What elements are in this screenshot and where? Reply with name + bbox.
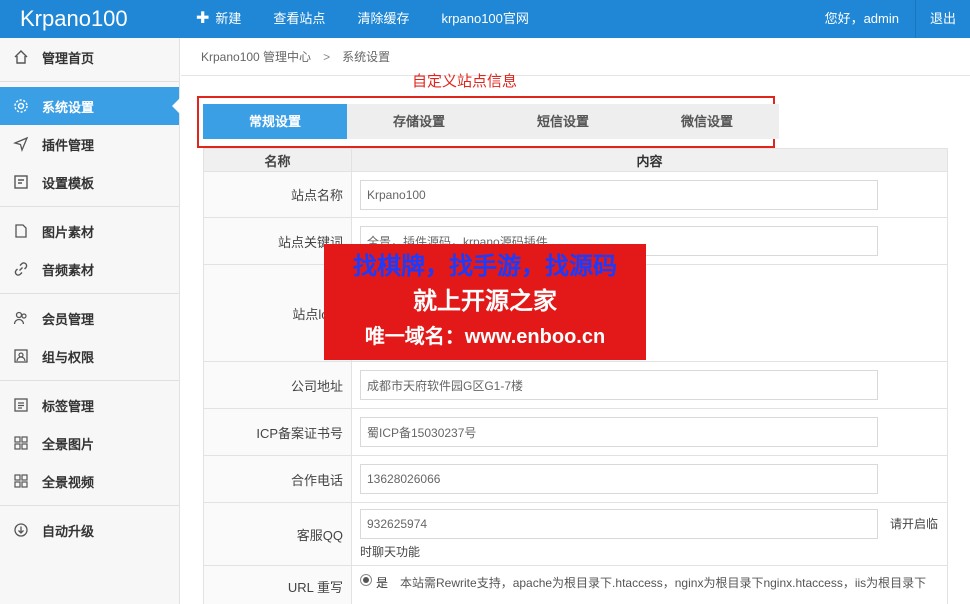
sidebar-item-label: 图片素材 — [42, 224, 95, 240]
sidebar-item-label: 系统设置 — [42, 99, 95, 115]
qq-input[interactable] — [360, 508, 878, 539]
sidebar-item-label: 设置模板 — [42, 175, 95, 191]
sidebar-item-image-assets[interactable]: 图片素材 — [0, 212, 179, 250]
sidebar-item-auto-upgrade[interactable]: 自动升级 — [0, 511, 179, 549]
tab-general-settings[interactable]: 常规设置 — [203, 104, 347, 139]
breadcrumb-current: 系统设置 — [342, 50, 391, 64]
tab-wechat-settings[interactable]: 微信设置 — [635, 104, 779, 139]
gear-icon — [12, 97, 30, 115]
sidebar-item-label: 全景图片 — [42, 436, 95, 452]
breadcrumb: Krpano100 管理中心 > 系统设置 — [181, 38, 970, 76]
sidebar-item-label: 插件管理 — [42, 137, 95, 153]
phone-input[interactable] — [360, 464, 878, 494]
breadcrumb-root[interactable]: Krpano100 管理中心 — [201, 50, 311, 64]
icp-input[interactable] — [360, 417, 878, 447]
watermark-banner: 找棋牌，找手游，找源码 就上开源之家 唯一域名：www.enboo.cn — [324, 244, 646, 360]
sidebar-item-label: 会员管理 — [42, 311, 95, 327]
sidebar-divider — [0, 81, 179, 82]
watermark-line-1: 找棋牌，找手游，找源码 — [353, 253, 617, 280]
link-icon — [12, 260, 30, 278]
sidebar-item-label: 自动升级 — [42, 523, 95, 539]
sidebar-item-label: 组与权限 — [42, 349, 95, 365]
url-rewrite-note: 本站需Rewrite支持，apache为根目录下.htaccess，nginx为… — [400, 576, 927, 590]
table-row: ICP备案证书号 — [203, 409, 948, 456]
sidebar-item-label: 全景视频 — [42, 474, 95, 490]
view-site-link[interactable]: 查看站点 — [257, 0, 341, 38]
annotation-text: 自定义站点信息 — [412, 73, 518, 90]
sidebar-divider — [0, 505, 179, 506]
top-bar: Krpano100 ✚ 新建 查看站点 清除缓存 krpano100官网 您好，… — [0, 0, 970, 38]
user-greeting[interactable]: 您好，admin — [809, 0, 916, 38]
sidebar-item-tags[interactable]: 标签管理 — [0, 386, 179, 424]
address-input[interactable] — [360, 370, 878, 400]
site-name-input[interactable] — [360, 179, 878, 210]
new-button[interactable]: ✚ 新建 — [180, 0, 257, 38]
header-name: 名称 — [204, 149, 352, 171]
sidebar-divider — [0, 380, 179, 381]
url-rewrite-option-yes: 是 — [376, 576, 389, 590]
official-site-link[interactable]: krpano100官网 — [425, 0, 544, 38]
home-icon — [12, 48, 30, 66]
table-row: 站点名称 — [203, 172, 948, 218]
new-label: 新建 — [215, 11, 242, 26]
grid-icon — [12, 434, 30, 452]
plus-icon: ✚ — [196, 10, 210, 27]
sidebar-item-audio-assets[interactable]: 音频素材 — [0, 250, 179, 288]
breadcrumb-separator: > — [323, 50, 331, 64]
url-rewrite-label: URL 重写 — [204, 566, 352, 604]
sidebar-item-panorama-videos[interactable]: 全景视频 — [0, 462, 179, 500]
sidebar-divider — [0, 206, 179, 207]
table-row: 客服QQ 请开启临 时聊天功能 — [203, 503, 948, 566]
qq-hint: 请开启临 — [890, 517, 939, 531]
header-content: 内容 — [352, 149, 947, 171]
settings-tabs: 常规设置 存储设置 短信设置 微信设置 — [203, 104, 779, 139]
list-icon — [12, 396, 30, 414]
top-nav: ✚ 新建 查看站点 清除缓存 krpano100官网 — [180, 0, 545, 38]
tab-storage-settings[interactable]: 存储设置 — [347, 104, 491, 139]
sidebar-item-label: 标签管理 — [42, 398, 95, 414]
sidebar-item-home[interactable]: 管理首页 — [0, 38, 179, 76]
sidebar-item-members[interactable]: 会员管理 — [0, 299, 179, 337]
document-icon — [12, 222, 30, 240]
table-row: 合作电话 — [203, 456, 948, 503]
phone-label: 合作电话 — [204, 456, 352, 502]
grid-icon — [12, 472, 30, 490]
url-rewrite-radio-yes[interactable] — [360, 574, 372, 586]
sidebar-item-templates[interactable]: 设置模板 — [0, 163, 179, 201]
sidebar-item-groups-permissions[interactable]: 组与权限 — [0, 337, 179, 375]
qq-label: 客服QQ — [204, 503, 352, 565]
send-icon — [12, 135, 30, 153]
site-name-label: 站点名称 — [204, 172, 352, 217]
settings-form: 名称 内容 站点名称 站点关键词 站点logo 公司地址 ICP备案证书号 合作… — [203, 148, 948, 604]
brand-logo[interactable]: Krpano100 — [0, 0, 180, 38]
sidebar-item-system-settings[interactable]: 系统设置 — [0, 87, 180, 125]
sidebar-item-plugins[interactable]: 插件管理 — [0, 125, 179, 163]
address-label: 公司地址 — [204, 362, 352, 408]
sidebar-item-panorama-images[interactable]: 全景图片 — [0, 424, 179, 462]
tab-sms-settings[interactable]: 短信设置 — [491, 104, 635, 139]
logout-button[interactable]: 退出 — [916, 0, 970, 38]
watermark-line-2: 就上开源之家 — [413, 288, 557, 315]
sidebar: 管理首页 系统设置 插件管理 设置模板 图片素材 音频素材 会员管理 组与权限 … — [0, 38, 180, 604]
users-icon — [12, 309, 30, 327]
template-icon — [12, 173, 30, 191]
image-icon — [12, 347, 30, 365]
watermark-line-3: 唯一域名：www.enboo.cn — [364, 326, 606, 348]
sidebar-item-label: 管理首页 — [42, 50, 95, 66]
table-row: 公司地址 — [203, 362, 948, 409]
download-icon — [12, 521, 30, 539]
table-header: 名称 内容 — [203, 148, 948, 172]
table-row: URL 重写 是 本站需Rewrite支持，apache为根目录下.htacce… — [203, 566, 948, 604]
icp-label: ICP备案证书号 — [204, 409, 352, 455]
sidebar-divider — [0, 293, 179, 294]
clear-cache-link[interactable]: 清除缓存 — [341, 0, 425, 38]
sidebar-item-label: 音频素材 — [42, 262, 95, 278]
qq-hint-continued: 时聊天功能 — [360, 544, 421, 559]
